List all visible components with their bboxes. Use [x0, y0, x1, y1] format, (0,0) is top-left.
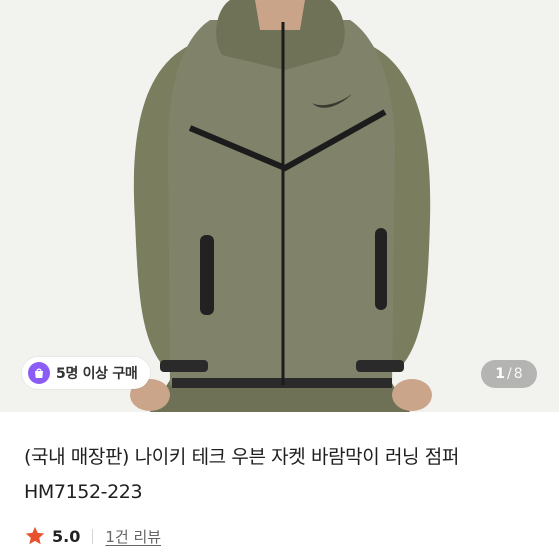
rating-row: 5.0 1건 리뷰 — [24, 522, 161, 550]
product-image[interactable] — [0, 0, 559, 412]
jacket-illustration — [0, 0, 559, 412]
shopping-bag-icon — [28, 362, 50, 384]
purchase-count-badge: 5명 이상 구매 — [22, 357, 150, 389]
current-image-index: 1 — [495, 366, 506, 382]
total-image-count: 8 — [513, 366, 523, 382]
review-count-link[interactable]: 1건 리뷰 — [105, 526, 161, 547]
product-title: (국내 매장판) 나이키 테크 우븐 자켓 바람막이 러닝 점퍼 HM7152-… — [24, 446, 459, 503]
image-page-counter: 1 / 8 — [481, 360, 537, 388]
purchase-count-text: 5명 이상 구매 — [56, 366, 138, 382]
counter-separator: / — [507, 366, 512, 382]
star-icon — [25, 526, 45, 545]
rating-value: 5.0 — [52, 526, 81, 546]
rating-divider — [92, 528, 94, 544]
